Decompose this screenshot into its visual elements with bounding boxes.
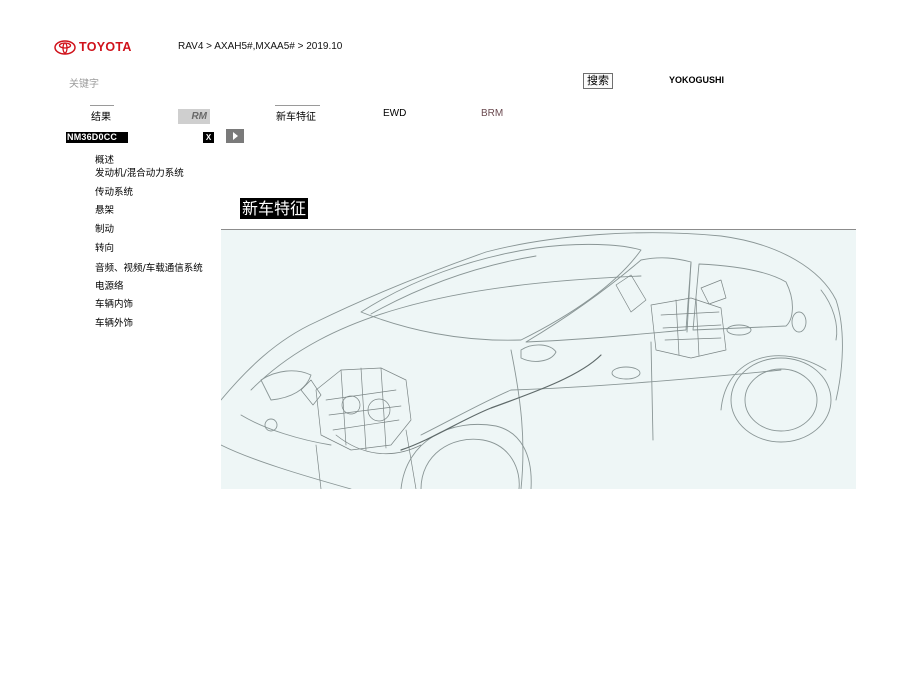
sidebar-item-suspension[interactable]: 悬架 — [95, 202, 114, 216]
breadcrumb[interactable]: RAV4 > AXAH5#,MXAA5# > 2019.10 — [178, 41, 342, 52]
search-input[interactable]: 关键字 — [69, 75, 99, 90]
sidebar-item-interior[interactable]: 车辆内饰 — [95, 296, 133, 310]
document-id-badge: NM36D0CC — [66, 132, 128, 143]
sidebar-item-audio-visual[interactable]: 音频、视频/车载通信系统 — [95, 260, 203, 274]
sidebar-item-power-network[interactable]: 电源络 — [95, 278, 124, 292]
sidebar-item-drivetrain[interactable]: 传动系统 — [95, 184, 133, 198]
sidebar-item-exterior[interactable]: 车辆外饰 — [95, 315, 133, 329]
tab-divider — [90, 105, 114, 106]
search-button[interactable]: 搜索 — [583, 73, 613, 89]
close-button[interactable]: X — [203, 132, 214, 143]
sidebar-item-overview[interactable]: 概述 — [95, 152, 114, 166]
tab-ewd[interactable]: EWD — [383, 108, 406, 119]
tab-results[interactable]: 结果 — [91, 108, 111, 123]
vehicle-illustration — [221, 230, 856, 489]
tab-divider — [275, 105, 320, 106]
tab-rm[interactable]: RM — [178, 109, 210, 124]
page-title: 新车特征 — [240, 198, 309, 219]
toyota-logo[interactable]: TOYOTA — [54, 39, 132, 55]
toyota-emblem-icon — [54, 39, 76, 55]
next-button[interactable] — [226, 129, 244, 143]
sidebar-item-brakes[interactable]: 制动 — [95, 221, 114, 235]
play-icon — [233, 132, 238, 140]
tab-brm[interactable]: BRM — [481, 108, 503, 119]
user-name: YOKOGUSHI — [669, 75, 725, 85]
logo-text: TOYOTA — [79, 40, 132, 54]
tab-new-features[interactable]: 新车特征 — [276, 108, 316, 123]
sidebar-item-engine-hybrid[interactable]: 发动机/混合动力系统 — [95, 165, 184, 179]
sidebar-item-steering[interactable]: 转向 — [95, 240, 114, 254]
